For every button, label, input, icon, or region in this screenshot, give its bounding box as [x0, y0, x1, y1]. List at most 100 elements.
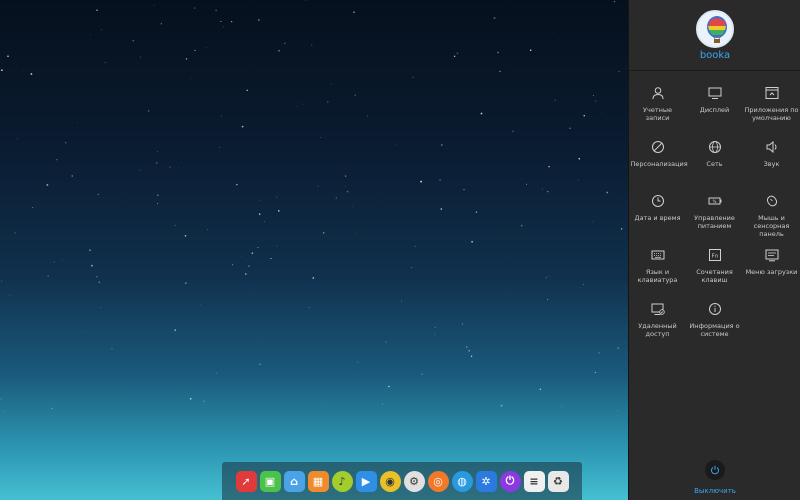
- browser-globe-icon[interactable]: ◍: [451, 470, 473, 492]
- power-label[interactable]: Выключить: [629, 487, 800, 495]
- remote-desktop-icon: [651, 303, 665, 315]
- settings-tile-remote[interactable]: Удаленный доступ: [629, 298, 686, 352]
- star: [420, 180, 423, 183]
- power-button[interactable]: [705, 460, 725, 480]
- software-center-icon[interactable]: ▣: [259, 470, 281, 492]
- star: [598, 352, 600, 354]
- settings-tile-sysinfo[interactable]: Информация о системе: [686, 298, 743, 352]
- star: [613, 0, 616, 3]
- star: [257, 247, 259, 249]
- screenshot-icon[interactable]: ◎: [427, 470, 449, 492]
- star: [248, 265, 250, 267]
- video-player-icon[interactable]: ▶: [355, 470, 377, 492]
- tile-label: Приложения по умолчанию: [744, 106, 799, 122]
- star: [434, 327, 436, 328]
- file-manager-icon[interactable]: ⌂: [283, 470, 305, 492]
- star: [1, 69, 3, 72]
- star: [456, 52, 459, 55]
- star: [194, 49, 196, 51]
- settings-tile-default-apps[interactable]: Приложения по умолчанию: [743, 82, 800, 136]
- system-monitor-icon[interactable]: ✲: [475, 470, 497, 492]
- default-apps-icon: [765, 87, 778, 99]
- star: [346, 190, 349, 193]
- star: [71, 175, 73, 177]
- star: [160, 23, 162, 25]
- settings-gear-icon[interactable]: ⚙: [403, 470, 425, 492]
- settings-tile-shortcuts[interactable]: Fn Сочетания клавиш: [686, 244, 743, 298]
- equalizer-icon[interactable]: ≡: [523, 470, 545, 492]
- dock: ➚ ▣ ⌂ ▦ ♪ ▶ ◉ ⚙ ◎ ◍ ✲ ⏻ ≡ ♻: [222, 462, 582, 500]
- star: [497, 51, 499, 54]
- music-player-icon[interactable]: ♪: [331, 470, 353, 492]
- svg-text:Fn: Fn: [711, 254, 718, 260]
- desktop-wallpaper[interactable]: ➚ ▣ ⌂ ▦ ♪ ▶ ◉ ⚙ ◎ ◍ ✲ ⏻ ≡ ♻: [0, 0, 628, 500]
- star: [190, 78, 192, 79]
- star: [440, 208, 443, 210]
- trash-icon[interactable]: ♻: [547, 470, 569, 492]
- star: [153, 5, 155, 6]
- star: [53, 261, 55, 263]
- star: [0, 398, 2, 400]
- star: [8, 295, 10, 297]
- control-center-panel: booka Учетные записи Дисплей Приложения …: [628, 0, 800, 500]
- star: [4, 274, 6, 276]
- shutdown-icon[interactable]: ⏻: [499, 470, 521, 492]
- settings-tile-network[interactable]: Сеть: [686, 136, 743, 190]
- tile-label: Информация о системе: [689, 322, 740, 338]
- star: [77, 122, 78, 124]
- star: [245, 273, 247, 275]
- power-area: Выключить: [629, 460, 800, 500]
- user-avatar[interactable]: [696, 10, 734, 48]
- star: [592, 95, 594, 96]
- star: [618, 71, 620, 73]
- star: [441, 144, 443, 146]
- star: [466, 346, 468, 348]
- launcher-rocket-icon[interactable]: ➚: [235, 470, 257, 492]
- star: [278, 49, 280, 52]
- star: [132, 39, 135, 42]
- star: [32, 207, 34, 208]
- chrome-icon[interactable]: ◉: [379, 470, 401, 492]
- starfield: [0, 0, 628, 412]
- settings-tile-boot[interactable]: Меню загрузки: [743, 244, 800, 298]
- star: [193, 7, 196, 9]
- username-label[interactable]: booka: [629, 50, 800, 61]
- store-bag-icon[interactable]: ▦: [307, 470, 329, 492]
- star: [545, 276, 547, 278]
- settings-tile-personalization[interactable]: Персонализация: [629, 136, 688, 190]
- star: [91, 264, 93, 267]
- star: [600, 111, 601, 113]
- settings-tile-sound[interactable]: Звук: [743, 136, 800, 190]
- settings-tile-accounts[interactable]: Учетные записи: [629, 82, 686, 136]
- star: [258, 213, 261, 215]
- balloon-icon: [698, 12, 732, 46]
- star: [547, 190, 549, 193]
- settings-tile-display[interactable]: Дисплей: [686, 82, 743, 136]
- star: [385, 341, 387, 343]
- palette-icon: [651, 141, 664, 153]
- star: [240, 255, 242, 257]
- star: [525, 183, 528, 185]
- star: [47, 275, 49, 277]
- star: [17, 138, 18, 140]
- settings-tile-datetime[interactable]: Дата и время: [629, 190, 686, 244]
- settings-tile-keyboard[interactable]: Язык и клавиатура: [629, 244, 686, 298]
- star: [56, 159, 58, 161]
- globe-icon: [708, 141, 721, 153]
- star: [500, 404, 503, 407]
- star: [140, 56, 142, 58]
- battery-icon: %: [708, 197, 721, 205]
- star: [174, 225, 176, 226]
- settings-tile-power[interactable]: % Управление питанием: [686, 190, 743, 244]
- svg-text:%: %: [712, 199, 716, 204]
- clock-icon: [651, 195, 664, 207]
- settings-tile-mouse[interactable]: Мышь и сенсорная панель: [743, 190, 800, 244]
- tile-label: Учетные записи: [643, 106, 672, 122]
- star: [215, 9, 217, 12]
- tile-label: Сочетания клавиш: [696, 268, 733, 284]
- star: [308, 307, 310, 309]
- star: [560, 406, 562, 408]
- star: [529, 49, 532, 52]
- star: [236, 183, 238, 186]
- star: [463, 189, 465, 191]
